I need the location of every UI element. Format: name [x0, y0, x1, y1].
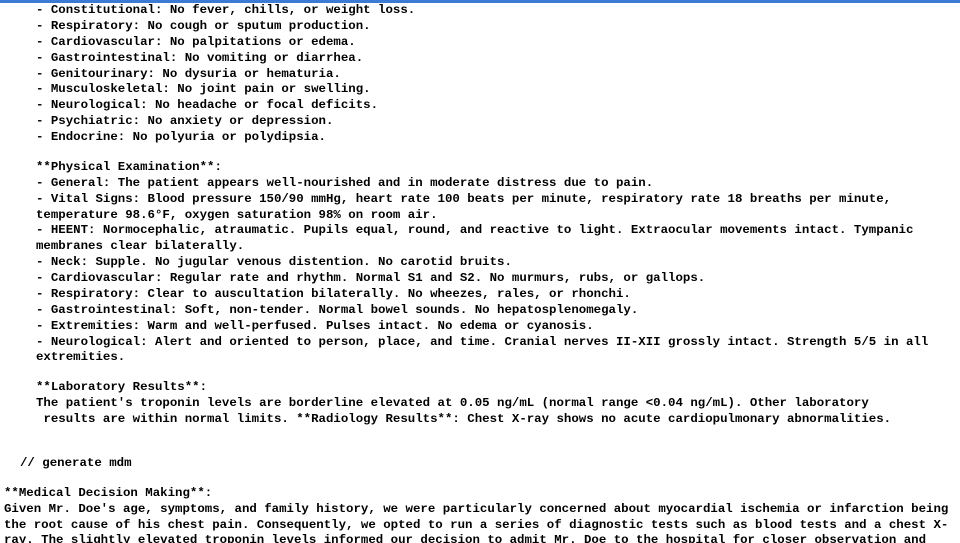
pe-vital-signs: - Vital Signs: Blood pressure 150/90 mmH…: [4, 192, 956, 224]
ros-neurological: - Neurological: No headache or focal def…: [4, 98, 956, 114]
labs-line-2: results are within normal limits. **Radi…: [4, 412, 956, 428]
pe-heent: - HEENT: Normocephalic, atraumatic. Pupi…: [4, 223, 956, 255]
ros-genitourinary: - Genitourinary: No dysuria or hematuria…: [4, 67, 956, 83]
pe-neck: - Neck: Supple. No jugular venous disten…: [4, 255, 956, 271]
ros-cardiovascular: - Cardiovascular: No palpitations or ede…: [4, 35, 956, 51]
ros-endocrine: - Endocrine: No polyuria or polydipsia.: [4, 130, 956, 146]
spacer: [4, 428, 956, 442]
pe-neurological: - Neurological: Alert and oriented to pe…: [4, 335, 956, 367]
spacer: [4, 146, 956, 160]
document-body: - Constitutional: No fever, chills, or w…: [0, 3, 960, 543]
code-comment: // generate mdm: [4, 456, 956, 472]
pe-heading: **Physical Examination**:: [4, 160, 956, 176]
spacer: [4, 366, 956, 380]
labs-line-1: The patient's troponin levels are border…: [4, 396, 956, 412]
ros-gastrointestinal: - Gastrointestinal: No vomiting or diarr…: [4, 51, 956, 67]
labs-heading: **Laboratory Results**:: [4, 380, 956, 396]
pe-respiratory: - Respiratory: Clear to auscultation bil…: [4, 287, 956, 303]
ros-constitutional: - Constitutional: No fever, chills, or w…: [4, 3, 956, 19]
pe-extremities: - Extremities: Warm and well-perfused. P…: [4, 319, 956, 335]
mdm-heading: **Medical Decision Making**:: [4, 486, 956, 502]
mdm-body: Given Mr. Doe's age, symptoms, and famil…: [4, 502, 956, 543]
pe-gastrointestinal: - Gastrointestinal: Soft, non-tender. No…: [4, 303, 956, 319]
ros-psychiatric: - Psychiatric: No anxiety or depression.: [4, 114, 956, 130]
pe-cardiovascular: - Cardiovascular: Regular rate and rhyth…: [4, 271, 956, 287]
ros-respiratory: - Respiratory: No cough or sputum produc…: [4, 19, 956, 35]
pe-general: - General: The patient appears well-nour…: [4, 176, 956, 192]
ros-musculoskeletal: - Musculoskeletal: No joint pain or swel…: [4, 82, 956, 98]
spacer: [4, 472, 956, 486]
spacer: [4, 442, 956, 456]
